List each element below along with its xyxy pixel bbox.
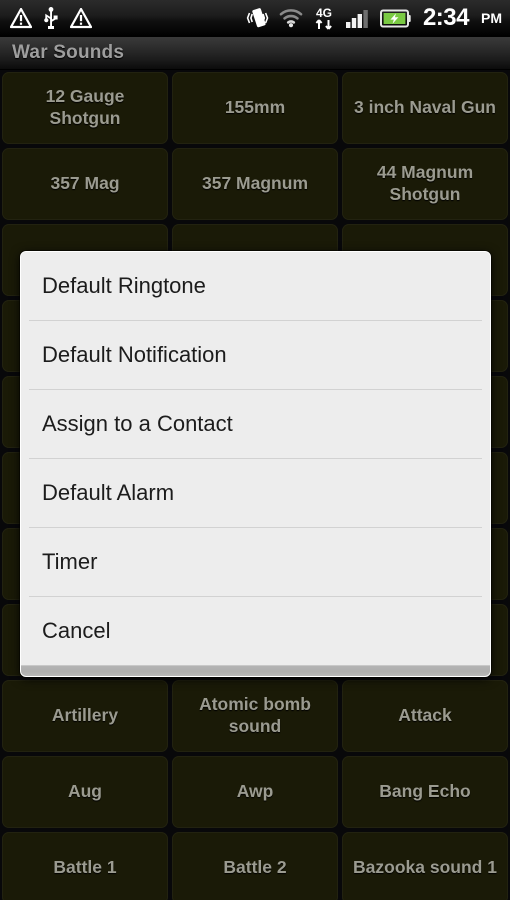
dialog-footer-bar (21, 665, 490, 676)
phone-screen: 4G 2:34 PM War Sounds 12 Gauge Shotgun 1… (0, 0, 510, 900)
dialog-option-cancel[interactable]: Cancel (21, 597, 490, 665)
dialog-option-default-alarm[interactable]: Default Alarm (21, 459, 490, 527)
dialog-option-default-notification[interactable]: Default Notification (21, 321, 490, 389)
dialog-option-list: Default Ringtone Default Notification As… (21, 252, 490, 665)
dialog-option-assign-to-contact[interactable]: Assign to a Contact (21, 390, 490, 458)
dialog-option-timer[interactable]: Timer (21, 528, 490, 596)
sound-action-dialog: Default Ringtone Default Notification As… (20, 251, 491, 677)
dialog-option-default-ringtone[interactable]: Default Ringtone (21, 252, 490, 320)
